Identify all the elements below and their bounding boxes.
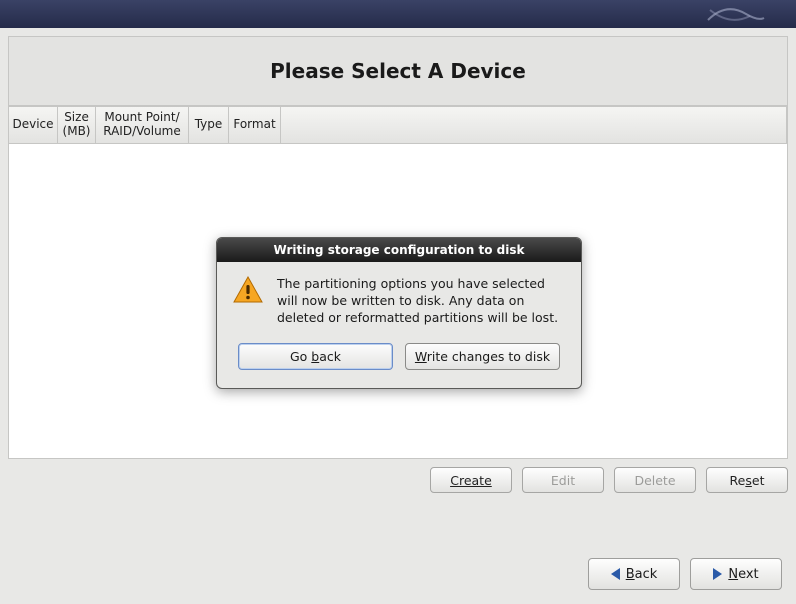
dialog-title: Writing storage configuration to disk [217,238,581,262]
partition-toolbar: Create Edit Delete Reset [8,467,788,493]
col-mount-text: Mount Point/RAID/Volume [103,111,181,139]
reset-button[interactable]: Reset [706,467,788,493]
col-device[interactable]: Device [9,106,58,144]
create-button[interactable]: Create [430,467,512,493]
top-banner [0,0,796,28]
back-label: Back [626,567,658,582]
col-size[interactable]: Size(MB) [58,106,96,144]
go-back-label: Go back [290,349,341,364]
next-button[interactable]: Next [690,558,782,590]
edit-button: Edit [522,467,604,493]
arrow-left-icon [611,568,620,580]
arrow-right-icon [713,568,722,580]
next-label: Next [728,567,758,582]
col-format[interactable]: Format [229,106,281,144]
device-table-header: Device Size(MB) Mount Point/RAID/Volume … [8,106,788,144]
wizard-nav: Back Next [588,558,782,590]
col-mount[interactable]: Mount Point/RAID/Volume [96,106,189,144]
back-button[interactable]: Back [588,558,680,590]
write-confirm-dialog: Writing storage configuration to disk Th… [216,237,582,389]
write-changes-label: Write changes to disk [415,349,550,364]
page-title: Please Select A Device [9,59,787,83]
dialog-message: The partitioning options you have select… [277,276,565,327]
delete-button: Delete [614,467,696,493]
warning-icon [233,276,263,327]
col-size-text: Size(MB) [63,111,91,139]
dialog-button-row: Go back Write changes to disk [217,335,581,388]
page-header: Please Select A Device [8,36,788,106]
go-back-button[interactable]: Go back [238,343,393,370]
col-type[interactable]: Type [189,106,229,144]
write-changes-button[interactable]: Write changes to disk [405,343,560,370]
col-spacer [281,106,787,144]
dialog-body: The partitioning options you have select… [217,262,581,335]
banner-decoration [706,0,766,28]
